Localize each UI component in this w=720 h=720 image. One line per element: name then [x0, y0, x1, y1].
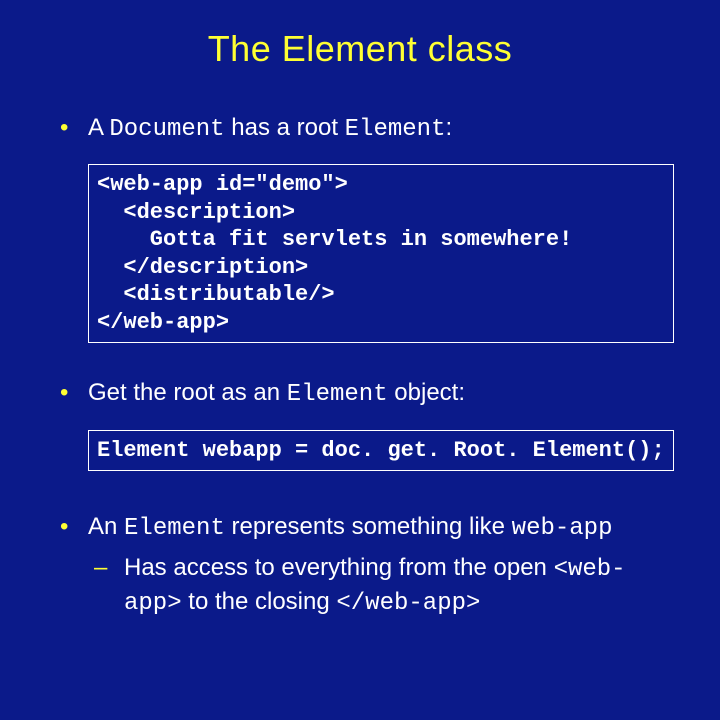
code-inline: Element — [124, 515, 225, 542]
code-inline: Element — [287, 381, 388, 408]
bullet-list: A Document has a root Element: — [46, 112, 674, 146]
code-block-1: <web-app id="demo"> <description> Gotta … — [88, 164, 674, 343]
bullet-list: Get the root as an Element object: — [46, 377, 674, 411]
text: : — [445, 114, 452, 141]
text: An — [88, 513, 124, 540]
text: A — [88, 114, 109, 141]
slide: The Element class A Document has a root … — [0, 0, 720, 720]
bullet-item-3: An Element represents something like web… — [46, 511, 674, 620]
text: represents something like — [225, 513, 512, 540]
bullet-list: An Element represents something like web… — [46, 511, 674, 620]
text: to the closing — [182, 588, 337, 615]
slide-title: The Element class — [46, 28, 674, 70]
text: has a root — [225, 114, 345, 141]
text: Get the root as an — [88, 379, 287, 406]
code-inline: </web-app> — [336, 590, 480, 617]
code-inline: Element — [345, 116, 446, 143]
sub-bullet-item-1: Has access to everything from the open <… — [88, 552, 674, 621]
code-inline: web-app — [512, 515, 613, 542]
code-inline: Document — [109, 116, 224, 143]
text: Has access to everything from the open — [124, 554, 554, 581]
sub-bullet-list: Has access to everything from the open <… — [88, 552, 674, 621]
bullet-item-1: A Document has a root Element: — [46, 112, 674, 146]
bullet-item-2: Get the root as an Element object: — [46, 377, 674, 411]
code-block-2: Element webapp = doc. get. Root. Element… — [88, 430, 674, 472]
text: object: — [388, 379, 465, 406]
